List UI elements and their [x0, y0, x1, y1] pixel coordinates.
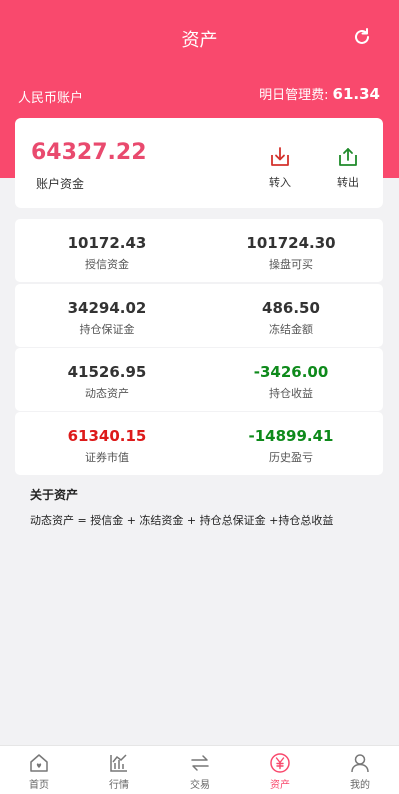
stat-value: 10172.43: [67, 234, 147, 252]
about-title: 关于资产: [30, 488, 79, 502]
stat-label: 历史盈亏: [269, 451, 313, 464]
tab-label: 我的: [350, 780, 370, 791]
stat-label: 冻结金额: [269, 323, 313, 336]
stat-value: 486.50: [262, 299, 320, 317]
page-title: 资产: [181, 30, 218, 51]
stat-label: 操盘可买: [269, 258, 313, 271]
stat-credit-funds: 10172.43 授信资金: [15, 219, 199, 282]
download-icon: [271, 147, 289, 166]
tab-profile[interactable]: 我的: [330, 752, 390, 791]
stat-value: 34294.02: [67, 299, 147, 317]
stat-card-market: 61340.15 证券市值 -14899.41 历史盈亏: [15, 412, 383, 475]
tab-market[interactable]: 行情: [89, 752, 149, 791]
stat-buying-power: 101724.30 操盘可买: [199, 219, 383, 282]
stat-label: 动态资产: [85, 387, 129, 400]
stat-label: 证券市值: [85, 451, 129, 464]
stat-value: 41526.95: [67, 363, 147, 381]
tab-home[interactable]: 首页: [9, 752, 69, 791]
balance-label: 账户资金: [36, 177, 85, 191]
stat-frozen-amount: 486.50 冻结金额: [199, 284, 383, 347]
stat-label: 持仓收益: [269, 387, 313, 400]
stat-value: 101724.30: [246, 234, 336, 252]
stat-value: -14899.41: [248, 427, 334, 445]
stat-position-pnl: -3426.00 持仓收益: [199, 348, 383, 411]
yen-icon: [270, 753, 290, 773]
about-text: 动态资产 = 授信金 + 冻结资金 + 持仓总保证金 +持仓总收益: [30, 514, 334, 527]
balance-card: 64327.22 账户资金 转入 转出: [15, 118, 383, 208]
tab-label: 资产: [270, 780, 290, 791]
stat-history-pnl: -14899.41 历史盈亏: [199, 412, 383, 475]
transfer-in-label: 转入: [269, 176, 291, 189]
stat-card-dynamic: 41526.95 动态资产 -3426.00 持仓收益: [15, 348, 383, 411]
tab-label: 行情: [109, 780, 129, 791]
refresh-icon[interactable]: [352, 27, 372, 47]
fee-value: 61.34: [332, 85, 380, 103]
tab-trade[interactable]: 交易: [170, 752, 230, 791]
exchange-icon: [191, 755, 209, 771]
tab-label: 首页: [29, 780, 49, 791]
upload-icon: [339, 148, 357, 166]
stat-card-credit: 10172.43 授信资金 101724.30 操盘可买: [15, 219, 383, 282]
account-label: 人民币账户: [18, 91, 84, 106]
stat-market-value: 61340.15 证券市值: [15, 412, 199, 475]
stat-value: 61340.15: [67, 427, 147, 445]
transfer-out-button[interactable]: 转出: [328, 146, 368, 190]
chart-icon: [110, 754, 127, 772]
stat-position-margin: 34294.02 持仓保证金: [15, 284, 199, 347]
tab-assets[interactable]: 资产: [250, 752, 310, 791]
tab-bar: 首页 行情 交易 资产 我的: [0, 745, 399, 794]
fee-label: 明日管理费:: [259, 88, 329, 103]
tab-label: 交易: [190, 780, 210, 791]
stat-value: -3426.00: [253, 363, 329, 381]
balance-amount: 64327.22: [31, 140, 147, 165]
user-icon: [351, 754, 369, 773]
home-icon: [30, 754, 48, 772]
transfer-out-label: 转出: [337, 176, 359, 189]
stat-dynamic-assets: 41526.95 动态资产: [15, 348, 199, 411]
stat-card-margin: 34294.02 持仓保证金 486.50 冻结金额: [15, 284, 383, 347]
management-fee: 明日管理费: 61.34: [259, 84, 380, 103]
transfer-in-button[interactable]: 转入: [260, 146, 300, 190]
stat-label: 持仓保证金: [79, 323, 135, 336]
stat-label: 授信资金: [85, 258, 129, 271]
